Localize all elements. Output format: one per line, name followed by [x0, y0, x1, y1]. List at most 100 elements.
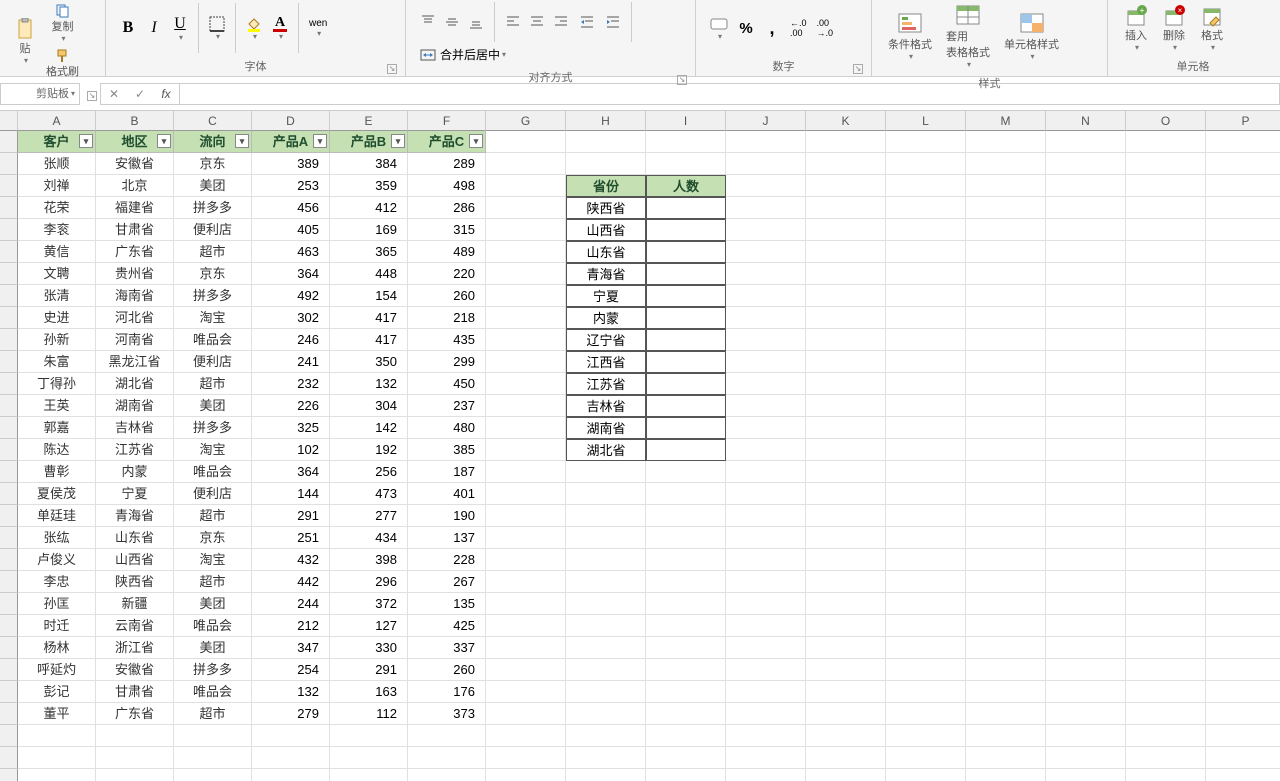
cell[interactable]: [486, 395, 566, 417]
cell[interactable]: [1046, 527, 1126, 549]
column-filter-header[interactable]: 地区▾: [96, 131, 174, 153]
cell[interactable]: [886, 373, 966, 395]
cell[interactable]: [1206, 241, 1280, 263]
cell[interactable]: 安徽省: [96, 153, 174, 175]
cell[interactable]: [1126, 571, 1206, 593]
font-color-button[interactable]: A▾: [268, 13, 292, 43]
cell[interactable]: 480: [408, 417, 486, 439]
cell[interactable]: 甘肃省: [96, 219, 174, 241]
cell[interactable]: [1046, 329, 1126, 351]
cell[interactable]: [486, 373, 566, 395]
cancel-button[interactable]: ✕: [101, 84, 127, 104]
cell[interactable]: [966, 461, 1046, 483]
cell[interactable]: [486, 439, 566, 461]
cell[interactable]: 京东: [174, 153, 252, 175]
cell[interactable]: 296: [330, 571, 408, 593]
cell[interactable]: [886, 351, 966, 373]
grid[interactable]: 客户▾地区▾流向▾产品A▾产品B▾产品C▾张顺安徽省京东389384289刘禅北…: [18, 131, 1280, 781]
cell[interactable]: [646, 747, 726, 769]
cell[interactable]: 淘宝: [174, 439, 252, 461]
cell[interactable]: [1206, 725, 1280, 747]
cell[interactable]: 260: [408, 285, 486, 307]
cell[interactable]: 山西省: [96, 549, 174, 571]
cell[interactable]: [1126, 637, 1206, 659]
side-table-cell[interactable]: [646, 395, 726, 417]
cell[interactable]: [886, 307, 966, 329]
italic-button[interactable]: I: [142, 17, 166, 39]
cell[interactable]: [1206, 307, 1280, 329]
cell[interactable]: 青海省: [96, 505, 174, 527]
dialog-launcher-icon[interactable]: ↘: [387, 64, 397, 74]
column-header[interactable]: O: [1126, 111, 1206, 131]
table-format-button[interactable]: 套用 表格格式▾: [940, 2, 996, 71]
cell[interactable]: 232: [252, 373, 330, 395]
row-header[interactable]: [0, 263, 18, 285]
cell[interactable]: [966, 549, 1046, 571]
cell[interactable]: 289: [408, 153, 486, 175]
cell[interactable]: [886, 175, 966, 197]
cell[interactable]: 401: [408, 483, 486, 505]
cell[interactable]: 美团: [174, 593, 252, 615]
cell[interactable]: 434: [330, 527, 408, 549]
cell[interactable]: [806, 439, 886, 461]
cell[interactable]: [646, 153, 726, 175]
cell[interactable]: [566, 659, 646, 681]
cell[interactable]: 463: [252, 241, 330, 263]
cell[interactable]: [726, 659, 806, 681]
cell[interactable]: [646, 131, 726, 153]
cell[interactable]: [486, 527, 566, 549]
cell[interactable]: 云南省: [96, 615, 174, 637]
cell[interactable]: [1206, 615, 1280, 637]
cell[interactable]: [96, 725, 174, 747]
cell[interactable]: [966, 263, 1046, 285]
cell[interactable]: 246: [252, 329, 330, 351]
cell[interactable]: [486, 329, 566, 351]
cell[interactable]: 超市: [174, 373, 252, 395]
indent-decrease-button[interactable]: [575, 13, 599, 31]
cell[interactable]: 新疆: [96, 593, 174, 615]
cell[interactable]: [726, 527, 806, 549]
cell[interactable]: 260: [408, 659, 486, 681]
cell[interactable]: 102: [252, 439, 330, 461]
cell[interactable]: [486, 307, 566, 329]
conditional-format-button[interactable]: 条件格式▾: [882, 10, 938, 63]
cell[interactable]: 郭嘉: [18, 417, 96, 439]
cell[interactable]: [886, 505, 966, 527]
cell[interactable]: [566, 769, 646, 781]
cell[interactable]: [1206, 351, 1280, 373]
cell[interactable]: [1126, 373, 1206, 395]
cell[interactable]: [966, 373, 1046, 395]
cell[interactable]: [726, 285, 806, 307]
cell[interactable]: 347: [252, 637, 330, 659]
cell[interactable]: [646, 461, 726, 483]
cell[interactable]: 彭记: [18, 681, 96, 703]
row-header[interactable]: [0, 505, 18, 527]
cell[interactable]: [566, 483, 646, 505]
cell[interactable]: [646, 549, 726, 571]
cell[interactable]: [1126, 505, 1206, 527]
cell[interactable]: [646, 703, 726, 725]
side-table-cell[interactable]: 山东省: [566, 241, 646, 263]
cell[interactable]: [1046, 659, 1126, 681]
cell[interactable]: 河北省: [96, 307, 174, 329]
copy-button[interactable]: 复制 ▾: [42, 2, 83, 45]
cell[interactable]: [886, 593, 966, 615]
cell[interactable]: [726, 395, 806, 417]
cell[interactable]: [726, 637, 806, 659]
cell[interactable]: [806, 461, 886, 483]
filter-button[interactable]: ▾: [157, 134, 171, 148]
cell[interactable]: [566, 549, 646, 571]
cell[interactable]: [486, 747, 566, 769]
cell[interactable]: [1126, 549, 1206, 571]
fx-button[interactable]: fx: [153, 84, 179, 104]
cell[interactable]: [1126, 395, 1206, 417]
cell[interactable]: 132: [330, 373, 408, 395]
cell[interactable]: [646, 637, 726, 659]
cell[interactable]: 169: [330, 219, 408, 241]
cell[interactable]: 350: [330, 351, 408, 373]
filter-button[interactable]: ▾: [391, 134, 405, 148]
cell[interactable]: 489: [408, 241, 486, 263]
cell[interactable]: [1206, 527, 1280, 549]
cell[interactable]: [486, 725, 566, 747]
cell[interactable]: [966, 571, 1046, 593]
